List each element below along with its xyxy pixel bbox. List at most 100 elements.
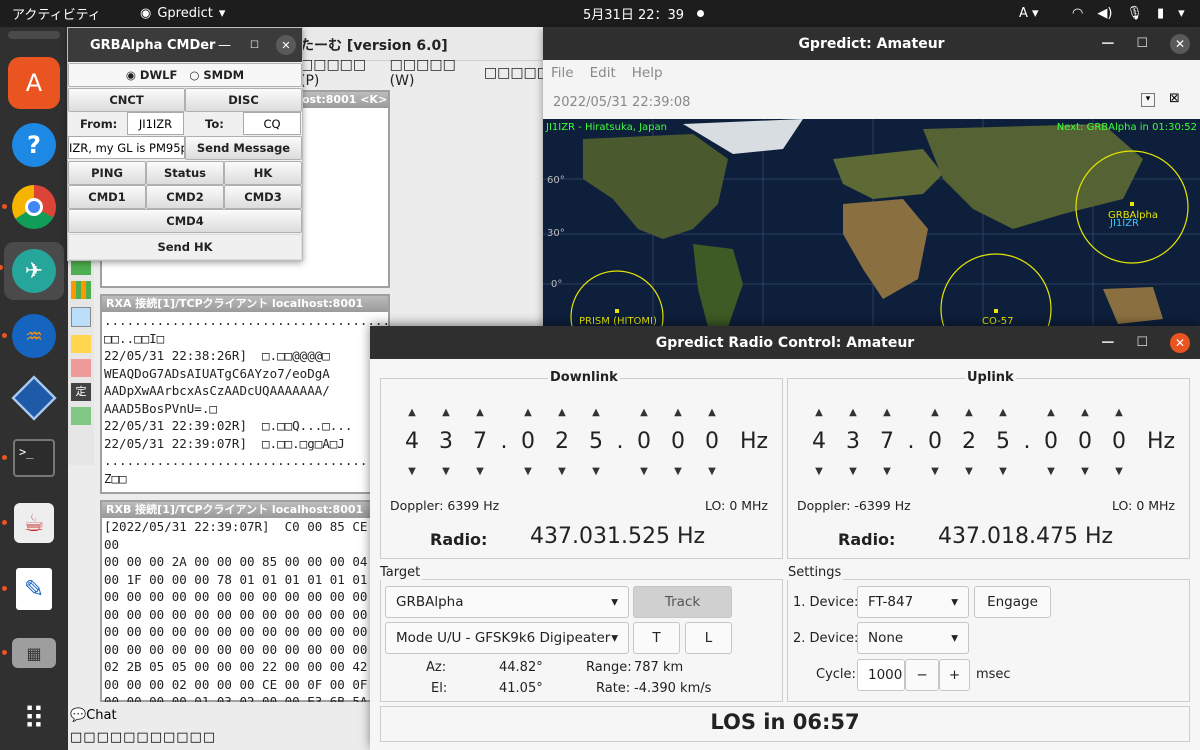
rxa-pane[interactable]: RXA 接続[1]/TCPクライアント localhost:8001 .....… [100,294,390,494]
track-toggle-button[interactable]: Track [633,586,732,618]
app-menu[interactable]: ◉ Gpredict ▾ [140,6,225,21]
frequency-digit[interactable]: 7 [469,429,491,454]
digit-down-arrow-icon[interactable]: ▼ [401,466,423,477]
ping-button[interactable]: PING [68,161,146,185]
frequency-digit[interactable]: 0 [701,429,723,454]
digit-down-arrow-icon[interactable]: ▼ [585,466,607,477]
minimize-button[interactable]: — [218,38,231,53]
cmd1-button[interactable]: CMD1 [68,185,146,209]
radio-window-titlebar[interactable]: Gpredict Radio Control: Amateur — ☐ ✕ [370,326,1200,359]
menu-item-p[interactable]: □□□□□ (P) [300,57,376,89]
module-options-icon[interactable]: ▾ [1141,93,1155,107]
close-button[interactable]: ✕ [276,35,296,55]
device1-select[interactable]: FT-847 ▾ [857,586,969,618]
dock-partial-icon[interactable] [8,31,60,39]
maximize-button[interactable]: ☐ [1136,335,1148,350]
minimize-button[interactable]: — [1101,335,1114,350]
frequency-digit[interactable]: 5 [992,429,1014,454]
cnct-button[interactable]: CNCT [68,88,185,112]
tile-grid-icon[interactable] [71,281,91,299]
frequency-digit[interactable]: 0 [1040,429,1062,454]
close-button[interactable]: ✕ [1170,33,1190,54]
frequency-digit[interactable]: 3 [435,429,457,454]
frequency-digit[interactable]: 2 [958,429,980,454]
frequency-digit[interactable]: 0 [517,429,539,454]
satellite-tool-icon[interactable]: ▦ [2,627,60,679]
minimize-button[interactable]: — [1101,36,1114,51]
send-message-button[interactable]: Send Message [185,136,302,160]
frequency-digit[interactable]: 7 [876,429,898,454]
digit-down-arrow-icon[interactable]: ▼ [667,466,689,477]
radio-dwlf[interactable]: ◉ DWLF [126,68,177,82]
digit-up-arrow-icon[interactable]: ▲ [667,407,689,418]
frequency-digit[interactable]: 0 [1074,429,1096,454]
cmder-titlebar[interactable]: GRBAlpha CMDer — ☐ ✕ [68,28,302,62]
digit-down-arrow-icon[interactable]: ▼ [435,466,457,477]
run-icon[interactable] [71,407,91,425]
cycle-decrement-button[interactable]: − [905,659,939,691]
digit-down-arrow-icon[interactable]: ▼ [808,466,830,477]
hk-button[interactable]: HK [224,161,302,185]
digit-up-arrow-icon[interactable]: ▲ [551,407,573,418]
clock[interactable]: 5月31日 22：39 [583,4,684,23]
menu-help[interactable]: Help [632,65,663,81]
software-center-icon[interactable]: A [8,57,60,109]
digit-up-arrow-icon[interactable]: ▲ [1040,407,1062,418]
close-button[interactable]: ✕ [1170,332,1190,353]
chat-button[interactable]: 💬Chat [70,708,117,723]
digit-up-arrow-icon[interactable]: ▲ [992,407,1014,418]
help-icon[interactable]: ? [8,119,60,171]
transponder-mode-select[interactable]: Mode U/U - GFSK9k6 Digipeater ▾ [385,622,629,654]
cmd4-button[interactable]: CMD4 [68,209,302,233]
digit-up-arrow-icon[interactable]: ▲ [633,407,655,418]
disc-button[interactable]: DISC [185,88,302,112]
digit-up-arrow-icon[interactable]: ▲ [517,407,539,418]
virtualbox-icon[interactable] [8,372,60,424]
radio-smdm[interactable]: ○ SMDM [189,68,244,82]
digit-up-arrow-icon[interactable]: ▲ [435,407,457,418]
gpredict-dock-icon[interactable]: ✈ [0,242,64,300]
cmd2-button[interactable]: CMD2 [146,185,224,209]
digit-up-arrow-icon[interactable]: ▲ [876,407,898,418]
digit-down-arrow-icon[interactable]: ▼ [469,466,491,477]
digit-down-arrow-icon[interactable]: ▼ [1108,466,1130,477]
frequency-digit[interactable]: 3 [842,429,864,454]
frequency-digit[interactable]: 2 [551,429,573,454]
map-window-titlebar[interactable]: Gpredict: Amateur — ☐ ✕ [543,27,1200,60]
transfer-icon[interactable] [71,359,91,377]
frequency-digit[interactable]: 0 [1108,429,1130,454]
activities-button[interactable]: アクティビティ [12,4,101,23]
audacity-icon[interactable]: ♒ [2,310,60,362]
digit-up-arrow-icon[interactable]: ▲ [958,407,980,418]
digit-down-arrow-icon[interactable]: ▼ [958,466,980,477]
folder-icon[interactable] [71,335,91,353]
frequency-digit[interactable]: 0 [924,429,946,454]
maximize-button[interactable]: ☐ [250,40,259,51]
macro-icon[interactable]: 定 [71,383,91,401]
cycle-input[interactable]: 1000 [857,659,905,691]
maximize-button[interactable]: ☐ [1136,36,1148,51]
l-button[interactable]: L [685,622,732,654]
co57-marker[interactable] [994,309,998,313]
frequency-digit[interactable]: 4 [808,429,830,454]
digit-down-arrow-icon[interactable]: ▼ [1074,466,1096,477]
prism-marker[interactable] [615,309,619,313]
digit-down-arrow-icon[interactable]: ▼ [551,466,573,477]
message-field[interactable]: IZR, my GL is PM95pi. [68,136,185,159]
java-icon[interactable]: ☕ [2,497,60,549]
cmd3-button[interactable]: CMD3 [224,185,302,209]
digit-up-arrow-icon[interactable]: ▲ [842,407,864,418]
chrome-icon[interactable] [2,181,60,233]
digit-up-arrow-icon[interactable]: ▲ [585,407,607,418]
target-satellite-select[interactable]: GRBAlpha ▾ [385,586,629,618]
from-field[interactable]: JI1IZR [127,112,184,135]
digit-down-arrow-icon[interactable]: ▼ [876,466,898,477]
digit-up-arrow-icon[interactable]: ▲ [1074,407,1096,418]
engage-button[interactable]: Engage [974,586,1051,618]
digit-down-arrow-icon[interactable]: ▼ [517,466,539,477]
grbalpha-marker[interactable] [1130,202,1134,206]
menu-item-w[interactable]: □□□□□ (W) [390,57,470,89]
to-field[interactable]: CQ [243,112,301,135]
module-close-icon[interactable]: ⊠ [1169,91,1180,106]
digit-up-arrow-icon[interactable]: ▲ [808,407,830,418]
